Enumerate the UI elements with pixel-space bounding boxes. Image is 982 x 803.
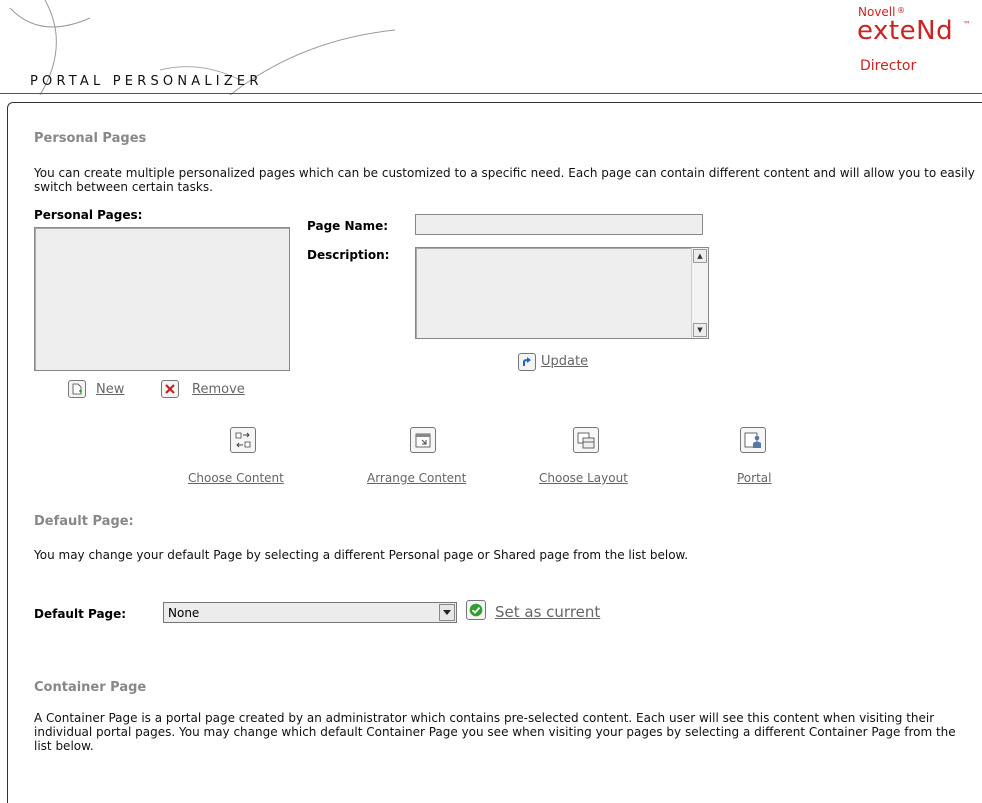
default-page-description: You may change your default Page by sele… [34, 548, 689, 562]
personal-pages-listbox[interactable] [34, 227, 290, 371]
description-textarea[interactable]: ▲ ▼ [415, 247, 709, 339]
choose-layout-link[interactable]: Choose Layout [539, 471, 628, 485]
header-banner: PORTAL PERSONALIZER Novell ® exteNd ™ Di… [0, 0, 982, 95]
update-icon[interactable] [518, 353, 536, 371]
logo-tm-mark: ™ [963, 20, 971, 29]
default-page-field-label: Default Page: [34, 607, 127, 621]
default-page-select[interactable]: None [163, 602, 457, 623]
personal-pages-list-label: Personal Pages: [34, 208, 143, 222]
choose-content-icon[interactable] [230, 427, 256, 453]
scroll-up-arrow-icon[interactable]: ▲ [693, 249, 707, 263]
checkmark-icon[interactable] [466, 600, 486, 620]
page-name-label: Page Name: [307, 219, 389, 233]
remove-page-link[interactable]: Remove [192, 382, 245, 397]
personal-pages-heading: Personal Pages [34, 131, 147, 146]
page-name-input[interactable] [415, 214, 703, 235]
default-page-heading: Default Page: [34, 514, 134, 529]
logo-director-text: Director [860, 58, 917, 74]
portal-icon[interactable] [740, 427, 766, 453]
choose-content-link[interactable]: Choose Content [188, 471, 284, 485]
content-frame [7, 102, 982, 803]
container-page-heading: Container Page [34, 680, 147, 695]
portal-link[interactable]: Portal [737, 471, 771, 485]
app-title: PORTAL PERSONALIZER [30, 74, 263, 89]
arrange-content-icon[interactable] [410, 427, 436, 453]
description-label: Description: [307, 248, 390, 262]
personal-pages-intro: You can create multiple personalized pag… [34, 166, 975, 194]
arrange-content-link[interactable]: Arrange Content [367, 471, 466, 485]
container-page-description: A Container Page is a portal page create… [34, 711, 956, 753]
new-page-icon[interactable] [68, 380, 86, 398]
default-page-select-value: None [168, 606, 200, 620]
choose-layout-icon[interactable] [573, 427, 599, 453]
header-divider [0, 93, 982, 94]
set-as-current-link[interactable]: Set as current [495, 603, 600, 621]
description-scrollbar[interactable]: ▲ ▼ [691, 248, 708, 338]
chevron-down-icon[interactable] [439, 604, 455, 621]
update-link[interactable]: Update [541, 354, 588, 369]
new-page-link[interactable]: New [96, 382, 124, 397]
logo-extend-text: exteNd [857, 16, 954, 46]
remove-page-icon[interactable] [161, 380, 179, 398]
registered-mark-icon: ® [897, 6, 905, 15]
scroll-down-arrow-icon[interactable]: ▼ [693, 323, 707, 337]
